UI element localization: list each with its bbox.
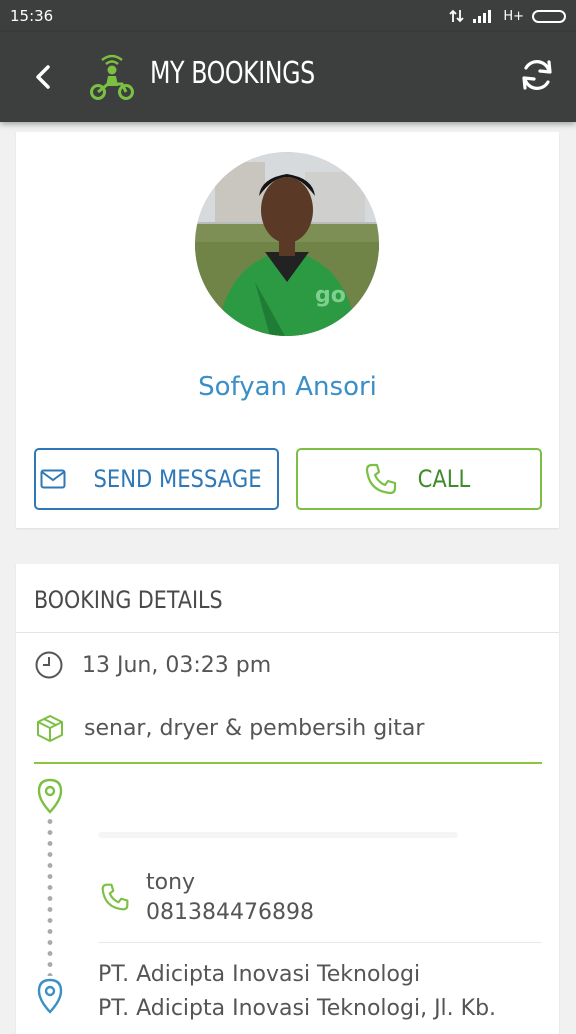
- booking-item: senar, dryer & pembersih gitar: [84, 715, 425, 741]
- contact-name: tony: [146, 870, 196, 895]
- envelope-icon: [40, 469, 66, 489]
- divider: [98, 942, 542, 943]
- divider: [16, 632, 559, 633]
- package-icon: [37, 715, 63, 742]
- status-bar: 15:36 H+: [0, 0, 576, 32]
- send-message-label: SEND MESSAGE: [93, 465, 262, 493]
- driver-photo: go: [195, 152, 379, 336]
- phone-icon: [365, 463, 397, 495]
- clock-icon: [35, 651, 63, 679]
- divider: [34, 762, 542, 764]
- motorbike-driver-icon: [90, 54, 134, 100]
- driver-name: Sofyan Ansori: [198, 372, 377, 402]
- network-type: H+: [503, 8, 524, 24]
- booking-time: 13 Jun, 03:23 pm: [82, 652, 272, 678]
- booking-time-row: 13 Jun, 03:23 pm: [34, 650, 271, 680]
- pickup-pin-icon: [37, 778, 63, 814]
- destination-address: PT. Adicipta Inovasi Teknologi, Jl. Kb.: [98, 996, 497, 1021]
- booking-item-row: senar, dryer & pembersih gitar: [34, 712, 424, 744]
- refresh-icon[interactable]: [516, 54, 558, 96]
- phone-icon[interactable]: [100, 882, 130, 912]
- driver-card: go Sofyan Ansori SEND MESSAGE CALL: [16, 132, 559, 528]
- app-bar: MY BOOKINGS: [0, 32, 576, 122]
- status-time: 15:36: [10, 7, 54, 25]
- destination-pin-icon: [37, 978, 63, 1014]
- data-transfer-icon: [449, 9, 464, 23]
- contact-phone[interactable]: 081384476898: [146, 900, 314, 925]
- call-label: CALL: [417, 465, 471, 493]
- signal-icon: [473, 10, 492, 23]
- destination-title: PT. Adicipta Inovasi Teknologi: [98, 962, 421, 987]
- page-title: MY BOOKINGS: [150, 56, 315, 91]
- status-icons: H+: [449, 8, 566, 24]
- svg-text:go: go: [315, 283, 346, 308]
- booking-details-card: BOOKING DETAILS 13 Jun, 03:23 pm senar, …: [16, 564, 559, 1034]
- avatar: go: [195, 152, 379, 336]
- call-button[interactable]: CALL: [296, 448, 542, 510]
- route-dotted-line: [47, 816, 53, 976]
- booking-details-header: BOOKING DETAILS: [34, 586, 223, 614]
- battery-icon: [532, 9, 566, 23]
- pickup-address-placeholder: [98, 832, 458, 838]
- send-message-button[interactable]: SEND MESSAGE: [34, 448, 279, 510]
- chevron-left-icon[interactable]: [28, 60, 62, 94]
